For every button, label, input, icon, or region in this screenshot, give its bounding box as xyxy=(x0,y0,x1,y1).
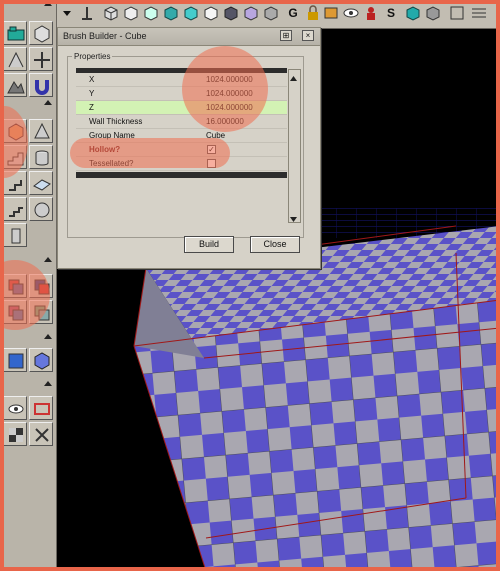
vertex-tool-icon[interactable] xyxy=(3,47,27,71)
intersect-brush-icon[interactable] xyxy=(3,300,27,324)
menu-arrow-icon[interactable] xyxy=(58,4,76,22)
section-header[interactable] xyxy=(0,0,56,9)
section-header[interactable] xyxy=(0,333,56,342)
dialog-title-bar[interactable]: Brush Builder - Cube ⊞ × xyxy=(58,28,320,46)
lock-icon[interactable] xyxy=(304,4,322,22)
properties-label: Properties xyxy=(72,52,113,61)
hide-icon[interactable] xyxy=(29,422,53,446)
lines-icon[interactable] xyxy=(470,4,488,22)
grid-footer-bar xyxy=(76,172,287,178)
scroll-up-icon[interactable] xyxy=(289,70,298,81)
property-row-wall-thickness[interactable]: Wall Thickness 16.000000 xyxy=(76,115,287,129)
eye-icon[interactable] xyxy=(342,4,360,22)
cylinder-builder-icon[interactable] xyxy=(29,145,53,169)
property-row-group-name[interactable]: Group Name Cube xyxy=(76,129,287,143)
property-row-z[interactable]: Z 1024.000000 xyxy=(76,101,287,115)
spiral-stairs-icon[interactable] xyxy=(3,171,27,195)
linear-stairs-icon[interactable] xyxy=(3,223,27,247)
gray-cube-icon[interactable] xyxy=(262,4,280,22)
terrain-tool-icon[interactable] xyxy=(3,73,27,97)
vertical-scrollbar[interactable] xyxy=(288,69,301,223)
sheet-builder-icon[interactable] xyxy=(29,171,53,195)
tool-palette xyxy=(0,0,57,571)
cone-builder-icon[interactable] xyxy=(29,119,53,143)
close-button[interactable]: Close xyxy=(250,236,300,253)
collapse-arrow-icon xyxy=(44,100,52,105)
mover-icon[interactable] xyxy=(29,348,53,372)
white-cube-icon[interactable] xyxy=(202,4,220,22)
purple-cube-icon[interactable] xyxy=(242,4,260,22)
pin-icon[interactable]: ⊞ xyxy=(280,30,292,41)
camera-tool-icon[interactable] xyxy=(3,21,27,45)
collapse-arrow-icon xyxy=(44,334,52,339)
property-row-x[interactable]: X 1024.000000 xyxy=(76,73,287,87)
section-header[interactable] xyxy=(0,380,56,389)
teal-cube-icon[interactable] xyxy=(162,4,180,22)
property-grid: X 1024.000000 Y 1024.000000 Z 1024.000000 W… xyxy=(76,68,297,208)
app-window: G S Brush Builder - Cube ⊞ × Properties … xyxy=(0,0,500,571)
property-row-y[interactable]: Y 1024.000000 xyxy=(76,87,287,101)
add-brush-icon[interactable] xyxy=(3,274,27,298)
curved-stairs-icon[interactable] xyxy=(3,197,27,221)
show-actors-icon[interactable] xyxy=(3,396,27,420)
cube-builder-icon[interactable] xyxy=(3,119,27,143)
move-tool-icon[interactable] xyxy=(78,4,96,22)
hollow-cube-icon[interactable] xyxy=(448,4,466,22)
move-arrows-icon[interactable] xyxy=(29,47,53,71)
actor-icon[interactable] xyxy=(362,4,380,22)
checker-icon[interactable] xyxy=(3,422,27,446)
dialog-title: Brush Builder - Cube xyxy=(63,31,147,41)
deintersect-brush-icon[interactable] xyxy=(29,300,53,324)
collapse-arrow-icon xyxy=(44,381,52,386)
hollow-checkbox[interactable]: ✓ xyxy=(207,145,216,154)
section-header[interactable] xyxy=(0,99,56,108)
brush-builder-dialog: Brush Builder - Cube ⊞ × Properties X 102… xyxy=(57,27,321,269)
collapse-arrow-icon xyxy=(44,257,52,262)
sound-toggle-button[interactable]: S xyxy=(382,4,400,22)
close-icon[interactable]: × xyxy=(302,30,314,41)
subtract-brush-icon[interactable] xyxy=(29,274,53,298)
cube-brush-icon[interactable] xyxy=(102,4,120,22)
cube-select-icon[interactable] xyxy=(142,4,160,22)
collapse-arrow-icon xyxy=(44,1,52,6)
build-button[interactable]: Build xyxy=(184,236,234,253)
scroll-down-icon[interactable] xyxy=(289,211,298,222)
section-header[interactable] xyxy=(0,256,56,265)
tessellated-checkbox[interactable] xyxy=(207,159,216,168)
snap-icon[interactable] xyxy=(322,4,340,22)
material-2-icon[interactable] xyxy=(424,4,442,22)
sphere-builder-icon[interactable] xyxy=(29,197,53,221)
stairs-builder-icon[interactable] xyxy=(3,145,27,169)
dark-cube-icon[interactable] xyxy=(222,4,240,22)
property-row-hollow[interactable]: Hollow? ✓ xyxy=(76,143,287,157)
top-toolbar: G S xyxy=(56,0,500,29)
select-actor-icon[interactable] xyxy=(29,396,53,420)
cube-wire-icon[interactable] xyxy=(29,21,53,45)
volume-icon[interactable] xyxy=(3,348,27,372)
material-icon[interactable] xyxy=(404,4,422,22)
grid-toggle-button[interactable]: G xyxy=(284,4,302,22)
property-row-tessellated[interactable]: Tessellated? xyxy=(76,157,287,171)
teal-cube-2-icon[interactable] xyxy=(182,4,200,22)
magnet-tool-icon[interactable] xyxy=(29,73,53,97)
cube-outline-icon[interactable] xyxy=(122,4,140,22)
